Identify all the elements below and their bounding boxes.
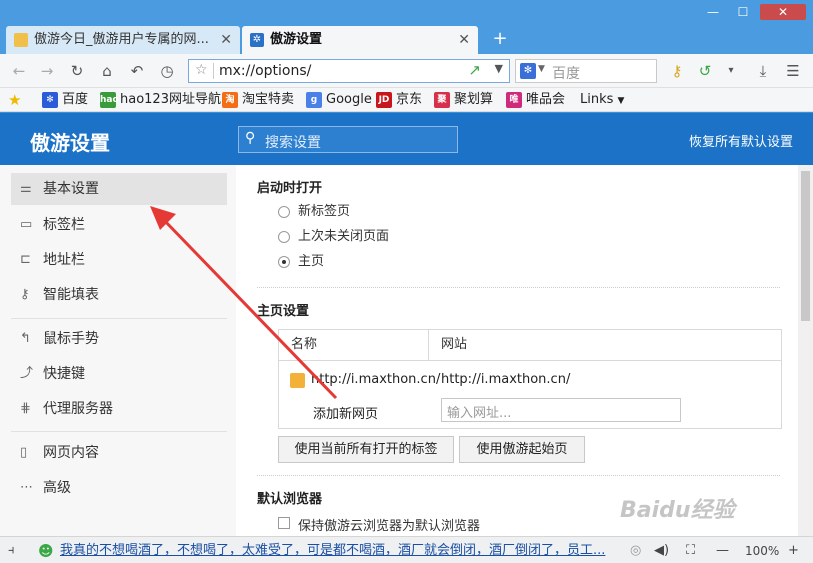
zoom-level[interactable]: 100% bbox=[745, 542, 779, 560]
status-bar: ⫞ ☻ 我真的不想喝酒了，不想喝了，太难受了，可是都不喝酒，酒厂就会倒闭，酒厂倒… bbox=[0, 536, 813, 563]
arrow-line bbox=[160, 216, 338, 400]
news-icon: ☻ bbox=[38, 542, 54, 560]
volume-icon[interactable]: ◀) bbox=[654, 542, 669, 560]
annotation-arrow bbox=[150, 206, 338, 400]
fullscreen-icon[interactable]: ⛶ bbox=[686, 542, 695, 560]
zoom-out-icon[interactable]: — bbox=[716, 542, 729, 560]
news-ticker-link[interactable]: 我真的不想喝酒了，不想喝了，太难受了，可是都不喝酒，酒厂就会倒闭，酒厂倒闭了，员… bbox=[60, 542, 606, 560]
speed-icon[interactable]: ◎ bbox=[630, 542, 641, 560]
zoom-in-icon[interactable]: + bbox=[788, 542, 799, 560]
baidu-watermark: Baidu经验 bbox=[620, 498, 735, 523]
sidebar-toggle-icon[interactable]: ⫞ bbox=[8, 542, 15, 560]
